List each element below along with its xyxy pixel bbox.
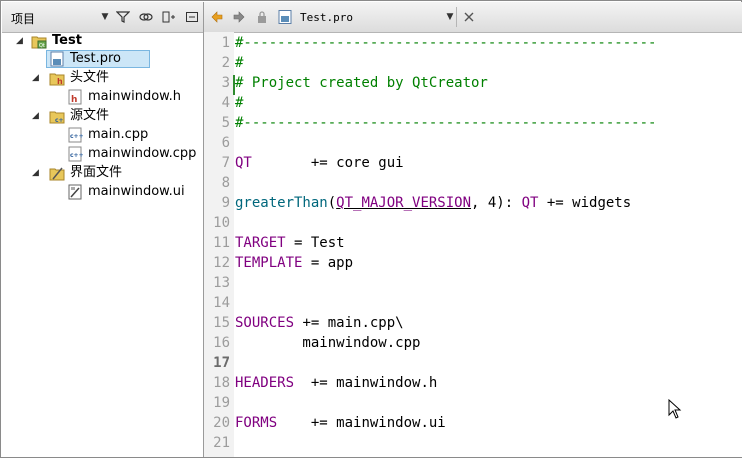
line-number: 10 [213, 215, 230, 231]
tree-item-label: Test.pro [70, 51, 121, 66]
header-folder-icon: h [49, 70, 65, 86]
project-pane: 项目 ▼ ◢ Qt Test Test.pro ◢ h 头文件 h mainwi… [2, 2, 203, 457]
close-pane-icon[interactable] [185, 10, 199, 24]
line-number: 12 [213, 255, 230, 271]
cpp-file-icon: c++ [67, 127, 84, 143]
pro-file-icon [278, 10, 292, 24]
line-number: 1 [221, 35, 230, 51]
line-number: 5 [221, 115, 230, 131]
svg-text:c++: c++ [70, 133, 83, 140]
tree-item-label: mainwindow.ui [88, 184, 185, 199]
code-line[interactable]: TEMPLATE = app [235, 255, 353, 271]
svg-text:h: h [57, 77, 63, 86]
code-line[interactable]: mainwindow.cpp [235, 335, 420, 351]
expand-arrow-icon[interactable]: ◢ [32, 74, 40, 83]
sync-link-icon[interactable] [139, 10, 153, 24]
line-number: 20 [213, 415, 230, 431]
code-line[interactable]: greaterThan(QT_MAJOR_VERSION, 4): QT += … [235, 195, 631, 211]
line-number: 14 [213, 295, 230, 311]
line-number: 4 [221, 95, 230, 111]
tree-item-label: main.cpp [88, 127, 149, 142]
editor-toolbar: Test.pro ▼ [204, 2, 742, 33]
code-line[interactable]: HEADERS += mainwindow.h [235, 375, 437, 391]
line-number: 7 [221, 155, 230, 171]
line-number: 18 [213, 375, 230, 391]
code-line[interactable]: #---------------------------------------… [235, 115, 656, 131]
svg-text:h: h [71, 95, 77, 105]
line-number: 9 [221, 195, 230, 211]
project-pane-title: 项目 [11, 12, 36, 26]
line-number: 2 [221, 55, 230, 71]
tree-item-label: 源文件 [70, 108, 110, 123]
code-line[interactable]: FORMS += mainwindow.ui [235, 415, 446, 431]
code-line[interactable]: SOURCES += main.cpp\ [235, 315, 404, 331]
close-document-icon[interactable] [462, 10, 476, 24]
code-line[interactable]: QT += core gui [235, 155, 404, 171]
cpp-file-icon: c++ [67, 146, 84, 162]
file-dropdown-icon[interactable]: ▼ [443, 10, 457, 24]
line-number: 13 [213, 275, 230, 291]
expand-arrow-icon[interactable]: ◢ [16, 37, 24, 46]
qt-creator-window: 项目 ▼ ◢ Qt Test Test.pro ◢ h 头文件 h mainwi… [0, 0, 742, 458]
line-number: 19 [213, 395, 230, 411]
expand-arrow-icon[interactable]: ◢ [32, 169, 40, 178]
form-folder-icon [49, 165, 65, 181]
code-line[interactable]: TARGET = Test [235, 235, 345, 251]
line-number: 15 [213, 315, 230, 331]
tree-item-label: mainwindow.cpp [88, 146, 197, 161]
line-number: 16 [213, 335, 230, 351]
toolbar-separator [456, 7, 457, 27]
code-line[interactable]: # [235, 95, 243, 111]
svg-text:c+: c+ [55, 117, 64, 124]
tree-item-label: Test [52, 33, 82, 48]
header-file-icon: h [67, 89, 83, 105]
qt-project-icon: Qt [31, 33, 47, 49]
current-file-name[interactable]: Test.pro [300, 11, 353, 24]
expand-arrow-icon[interactable]: ◢ [32, 112, 40, 121]
code-line[interactable]: # Project created by QtCreator [235, 75, 488, 91]
line-number: 8 [221, 175, 230, 191]
project-pane-toolbar: 项目 ▼ [2, 2, 203, 33]
line-number: 3 [221, 75, 230, 91]
ui-file-icon [67, 184, 83, 200]
split-icon[interactable] [162, 10, 176, 24]
mouse-pointer-icon [668, 399, 682, 419]
svg-text:Qt: Qt [39, 43, 45, 49]
line-number: 11 [213, 235, 230, 251]
back-arrow-icon[interactable] [210, 10, 224, 24]
forward-arrow-icon[interactable] [232, 10, 246, 24]
filter-icon[interactable] [115, 10, 131, 24]
tree-item-label: 头文件 [70, 70, 110, 85]
line-number: 21 [213, 435, 230, 451]
tree-item-label: 界面文件 [70, 165, 123, 180]
svg-text:c++: c++ [70, 152, 83, 159]
lock-icon[interactable] [255, 10, 269, 24]
current-line-number: 17 [213, 355, 230, 371]
code-line[interactable]: #---------------------------------------… [235, 35, 656, 51]
view-dropdown-icon[interactable]: ▼ [98, 10, 112, 24]
source-folder-icon: c+ [49, 108, 65, 124]
line-number: 6 [221, 135, 230, 151]
tree-item-label: mainwindow.h [88, 89, 181, 104]
code-line[interactable]: # [235, 55, 243, 71]
code-editor: Test.pro ▼ 1 2 3 4 5 6 7 8 9 10 11 12 13… [204, 2, 742, 457]
pro-file-icon [49, 51, 65, 67]
